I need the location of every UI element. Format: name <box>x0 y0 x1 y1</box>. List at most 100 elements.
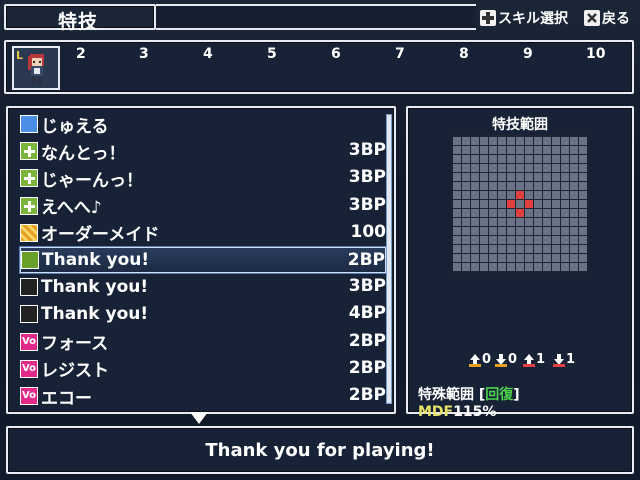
skill-row[interactable]: なんとっ！ 3BP <box>20 138 386 164</box>
range-cell <box>462 182 470 190</box>
range-cell <box>498 263 506 271</box>
range-cell <box>579 254 587 262</box>
range-cell <box>480 182 488 190</box>
range-cell <box>534 191 542 199</box>
skill-name: Thank you! <box>42 250 150 270</box>
skill-row[interactable]: えへへ♪ 3BP <box>20 193 386 219</box>
range-cell <box>471 146 479 154</box>
range-cell <box>552 173 560 181</box>
range-cell <box>543 245 551 253</box>
range-cell <box>579 236 587 244</box>
range-cell <box>462 218 470 226</box>
range-cell <box>462 227 470 235</box>
party-slot-7[interactable]: 7 <box>395 46 405 62</box>
skill-row[interactable]: じゃーんっ！ 3BP <box>20 165 386 191</box>
range-cell <box>561 191 569 199</box>
stat-2: 0 <box>494 352 517 367</box>
range-cell <box>516 227 524 235</box>
plus-icon <box>20 169 38 188</box>
skill-row[interactable]: Thank you! 3BP <box>20 274 386 300</box>
range-cell <box>498 164 506 172</box>
range-cell <box>516 245 524 253</box>
range-cell <box>489 155 497 163</box>
range-cell <box>516 200 524 208</box>
range-cell <box>552 200 560 208</box>
skill-row[interactable]: オーダーメイド 100 <box>20 220 386 246</box>
party-slot-1[interactable]: L <box>12 46 60 90</box>
range-title: 特技範囲 <box>492 117 548 133</box>
range-cell <box>507 155 515 163</box>
party-slot-4[interactable]: 4 <box>203 46 213 62</box>
character-portrait-icon <box>28 54 44 84</box>
range-cell <box>462 209 470 217</box>
message-text: Thank you for playing! <box>205 440 435 461</box>
skill-row[interactable]: Thank you! 2BP <box>20 247 386 273</box>
range-cell <box>552 155 560 163</box>
range-cell <box>534 137 542 145</box>
range-cell <box>453 146 461 154</box>
range-cell <box>570 173 578 181</box>
range-cell <box>507 245 515 253</box>
range-cell <box>543 164 551 172</box>
party-slot-2[interactable]: 2 <box>76 46 86 62</box>
hint-skill-select[interactable]: スキル選択 <box>480 8 568 28</box>
cancel-key-icon <box>584 10 600 26</box>
hint-back[interactable]: 戻る <box>584 8 630 28</box>
range-cell <box>516 236 524 244</box>
range-cell <box>471 245 479 253</box>
stat-4-value: 1 <box>566 352 576 367</box>
party-slot-3[interactable]: 3 <box>139 46 149 62</box>
skill-list-scrollbar[interactable] <box>386 114 392 404</box>
range-cell <box>534 227 542 235</box>
range-cell <box>534 263 542 271</box>
party-slot-10[interactable]: 10 <box>586 46 605 62</box>
range-cell <box>552 164 560 172</box>
range-cell <box>462 155 470 163</box>
skill-name: じゃーんっ！ <box>41 170 143 191</box>
party-slot-5[interactable]: 5 <box>267 46 277 62</box>
skill-row[interactable]: Vo レジスト 2BP <box>20 356 386 382</box>
range-cell <box>453 227 461 235</box>
hint-back-label: 戻る <box>602 11 630 27</box>
range-grid <box>450 134 590 274</box>
range-cell <box>453 254 461 262</box>
title-box: 特技 <box>4 4 156 33</box>
range-cell <box>525 245 533 253</box>
skill-cost: 2BP <box>348 385 386 405</box>
party-slot-8[interactable]: 8 <box>459 46 469 62</box>
party-slot-6[interactable]: 6 <box>331 46 341 62</box>
party-slot-9[interactable]: 9 <box>523 46 533 62</box>
range-cell <box>534 254 542 262</box>
range-cell <box>534 164 542 172</box>
range-cell <box>579 200 587 208</box>
range-cell <box>570 137 578 145</box>
skill-row[interactable]: Vo エコー 2BP <box>20 383 386 409</box>
skill-row[interactable]: じゅえる <box>20 111 386 137</box>
skill-row[interactable]: Thank you! 4BP <box>20 301 386 327</box>
range-cell <box>579 218 587 226</box>
skill-row[interactable]: Vo フォース 2BP <box>20 329 386 355</box>
range-cell <box>570 227 578 235</box>
range-cell <box>462 173 470 181</box>
range-cell <box>525 173 533 181</box>
range-cell <box>525 155 533 163</box>
range-cell <box>498 236 506 244</box>
range-cell <box>471 209 479 217</box>
range-cell <box>516 218 524 226</box>
range-cell <box>561 164 569 172</box>
range-cell <box>498 254 506 262</box>
range-cell <box>489 164 497 172</box>
skill-cost: 3BP <box>348 140 386 161</box>
range-cell-active <box>516 191 524 199</box>
hint-skill-select-label: スキル選択 <box>498 11 568 27</box>
range-cell <box>525 164 533 172</box>
stat-3: 1 <box>522 352 545 367</box>
range-cell <box>480 173 488 181</box>
range-cell <box>462 245 470 253</box>
page-title: 特技 <box>58 11 99 33</box>
range-cell <box>570 200 578 208</box>
range-cell <box>552 236 560 244</box>
range-cell <box>552 191 560 199</box>
range-cell <box>579 227 587 235</box>
range-cell <box>471 263 479 271</box>
